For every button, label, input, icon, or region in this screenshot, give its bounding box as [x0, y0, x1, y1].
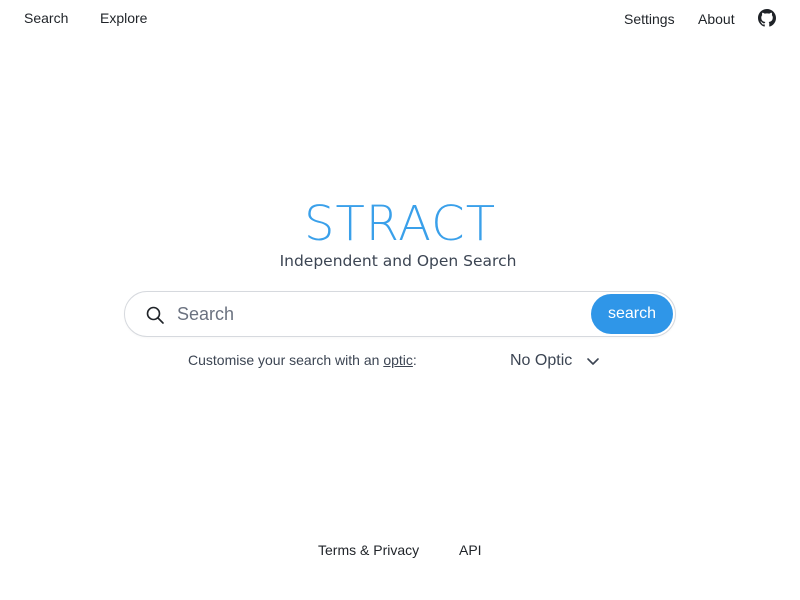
brand-logo: STRACT — [303, 196, 497, 252]
optic-description: Customise your search with an optic: — [188, 352, 417, 368]
nav-search-link[interactable]: Search — [24, 11, 68, 25]
search-icon — [146, 306, 164, 324]
top-navigation: Search Explore Settings About — [0, 0, 800, 38]
chevron-down-icon — [587, 358, 599, 365]
footer-api-link[interactable]: API — [459, 542, 482, 558]
optic-selected-value: No Optic — [510, 352, 573, 369]
search-input[interactable] — [177, 301, 577, 327]
nav-explore-link[interactable]: Explore — [100, 11, 147, 25]
search-form: search — [124, 291, 676, 337]
nav-settings-link[interactable]: Settings — [624, 12, 675, 26]
footer: Terms & Privacy API — [0, 542, 800, 560]
optic-dropdown[interactable]: No Optic — [510, 351, 599, 371]
brand-tagline: Independent and Open Search — [279, 252, 517, 270]
optic-link[interactable]: optic — [383, 352, 413, 368]
footer-terms-link[interactable]: Terms & Privacy — [318, 542, 419, 558]
optic-suffix: : — [412, 352, 417, 368]
nav-about-link[interactable]: About — [698, 12, 735, 26]
optic-prefix: Customise your search with an — [188, 352, 384, 368]
optic-selector-row: Customise your search with an optic: No … — [0, 351, 800, 371]
search-button[interactable]: search — [591, 294, 673, 334]
github-icon[interactable] — [758, 9, 776, 27]
